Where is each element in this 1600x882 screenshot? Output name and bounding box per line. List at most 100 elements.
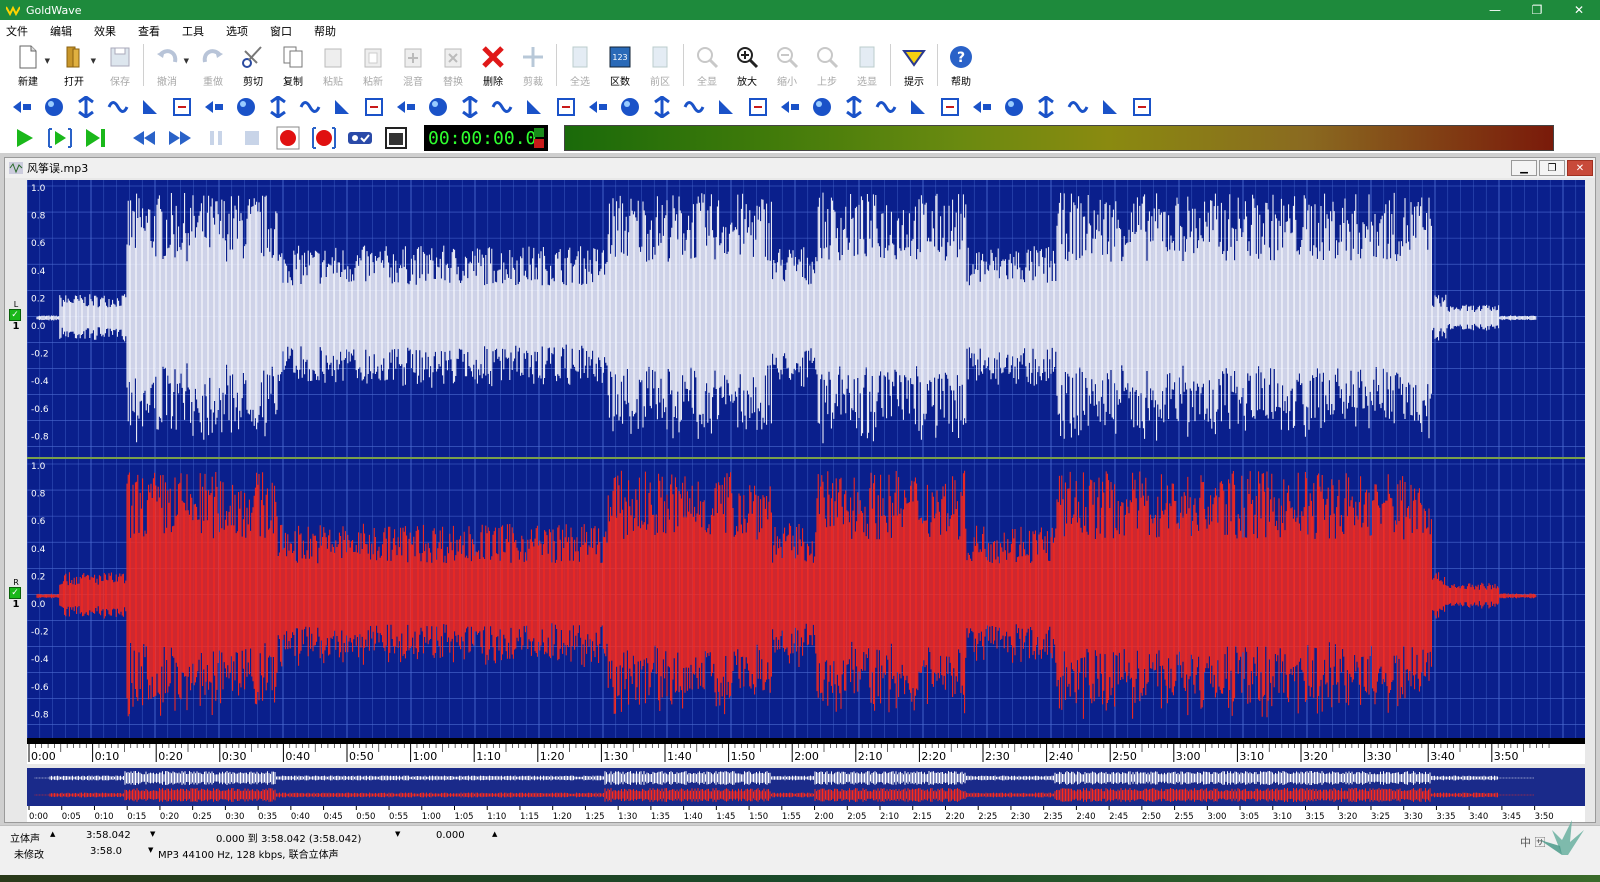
menu-edit[interactable]: 编辑 — [50, 23, 72, 39]
properties-button[interactable] — [382, 125, 410, 151]
noise-button[interactable] — [618, 95, 642, 119]
invert-button[interactable] — [42, 95, 66, 119]
record-button[interactable] — [274, 125, 302, 151]
help-button[interactable]: ? 帮助 — [941, 41, 981, 89]
overview-waveform[interactable] — [27, 768, 1585, 806]
menu-window[interactable]: 窗口 — [270, 23, 292, 39]
record-new-button[interactable] — [310, 125, 338, 151]
stop-button[interactable] — [238, 125, 266, 151]
pitch-button[interactable] — [586, 95, 610, 119]
cut-button[interactable]: 剪切 — [233, 41, 273, 89]
save-button[interactable]: 保存 — [100, 41, 140, 89]
spectrum-bar-button[interactable] — [650, 95, 674, 119]
doc-minimize-button[interactable]: ▁ — [1511, 160, 1537, 176]
left-arrow-button[interactable] — [394, 95, 418, 119]
pause-button[interactable] — [202, 125, 230, 151]
crossfade-button[interactable] — [138, 95, 162, 119]
channel-left-checkbox[interactable]: ✓ — [9, 309, 21, 321]
fast-forward-button[interactable] — [166, 125, 194, 151]
volume-shape-button[interactable] — [746, 95, 770, 119]
compressor-button[interactable] — [522, 95, 546, 119]
volume-up-button[interactable] — [874, 95, 898, 119]
rewind-button[interactable] — [130, 125, 158, 151]
spectrum-button[interactable] — [554, 95, 578, 119]
select-all-button[interactable]: 全选 — [560, 41, 600, 89]
open-dropdown-icon[interactable]: ▼ — [91, 57, 96, 65]
open-button[interactable]: 打开 ▼ — [54, 41, 96, 89]
paste-button[interactable]: 粘贴 — [313, 41, 353, 89]
paste-new-button[interactable]: 粘新 — [353, 41, 393, 89]
offset-button[interactable] — [714, 95, 738, 119]
maximize-button[interactable]: ❐ — [1516, 0, 1558, 20]
swap-button[interactable] — [362, 95, 386, 119]
play-button[interactable] — [10, 125, 38, 151]
menu-file[interactable]: 文件 — [6, 23, 28, 39]
flip-button[interactable] — [74, 95, 98, 119]
control-button[interactable] — [346, 125, 374, 151]
selection-dropdown-icon[interactable]: ▼ — [395, 830, 400, 838]
copy-button[interactable]: 复制 — [273, 41, 313, 89]
close-button[interactable]: ✕ — [1558, 0, 1600, 20]
wave-button[interactable] — [202, 95, 226, 119]
menu-options[interactable]: 选项 — [226, 23, 248, 39]
undo-button[interactable]: 撤消 ▼ — [147, 41, 189, 89]
play-to-end-button[interactable] — [82, 125, 110, 151]
minimize-button[interactable]: — — [1474, 0, 1516, 20]
channel-right-checkbox[interactable]: ✓ — [9, 587, 21, 599]
clock-button[interactable] — [1098, 95, 1122, 119]
position-up-icon[interactable]: ▲ — [492, 830, 497, 838]
volume-down-button[interactable] — [906, 95, 930, 119]
balance-button[interactable] — [426, 95, 450, 119]
no-button[interactable] — [970, 95, 994, 119]
new-button[interactable]: 新建 ▼ — [8, 41, 50, 89]
status-channel-mode[interactable]: 立体声 — [10, 830, 40, 845]
equalizer-button[interactable] — [330, 95, 354, 119]
region-count-button[interactable]: 123 区数 — [600, 41, 640, 89]
format-dropdown-icon[interactable]: ▼ — [148, 846, 153, 854]
volume-button[interactable] — [10, 95, 34, 119]
new-dropdown-icon[interactable]: ▼ — [45, 57, 50, 65]
channel-right-marker[interactable]: R ✓ 1 — [9, 578, 23, 610]
shape-a-button[interactable] — [1002, 95, 1026, 119]
loop-button[interactable] — [234, 95, 258, 119]
redo-button[interactable]: 重做 — [193, 41, 233, 89]
play-selection-button[interactable] — [46, 125, 74, 151]
menu-tools[interactable]: 工具 — [182, 23, 204, 39]
fade-out-button[interactable] — [778, 95, 802, 119]
waveform-display[interactable]: 1.0 1.0 0.8 0.8 0.6 0.6 0.4 0.4 0.2 0.2 0.0 0.0 -0.2… — [27, 180, 1585, 738]
doc-maximize-button[interactable]: ❐ — [1539, 160, 1565, 176]
tag-button[interactable] — [938, 95, 962, 119]
show-selection-button[interactable]: 选显 — [847, 41, 887, 89]
chat-button[interactable] — [1130, 95, 1154, 119]
shape-b-button[interactable] — [1034, 95, 1058, 119]
channel-left-marker[interactable]: L ✓ 1 — [9, 300, 23, 332]
fade-in-shape-button[interactable] — [810, 95, 834, 119]
channel-mode-up-icon[interactable]: ▲ — [50, 830, 55, 838]
undo-dropdown-icon[interactable]: ▼ — [184, 57, 189, 65]
previous-step-button[interactable]: 上步 — [807, 41, 847, 89]
fade-in-button[interactable] — [682, 95, 706, 119]
level-button[interactable] — [490, 95, 514, 119]
delete-button[interactable]: 删除 — [473, 41, 513, 89]
globe-button[interactable] — [106, 95, 130, 119]
replace-button[interactable]: 替换 — [433, 41, 473, 89]
shape-c-button[interactable] — [1066, 95, 1090, 119]
timeline-ruler[interactable]: 0:00 0:10 0:20 0:30 0:40 0:50 1:00 1:10 1:20 1:30… — [27, 738, 1585, 764]
zoom-out-button[interactable]: 缩小 — [767, 41, 807, 89]
palette-button[interactable] — [298, 95, 322, 119]
show-all-button[interactable]: 全显 — [687, 41, 727, 89]
doc-close-button[interactable]: ✕ — [1567, 160, 1593, 176]
previous-region-button[interactable]: 前区 — [640, 41, 680, 89]
menu-view[interactable]: 查看 — [138, 23, 160, 39]
mixer-button[interactable] — [458, 95, 482, 119]
zoom-in-button[interactable]: 放大 — [727, 41, 767, 89]
length-dropdown-icon[interactable]: ▼ — [150, 830, 155, 838]
filter-button[interactable] — [266, 95, 290, 119]
menu-help[interactable]: 帮助 — [314, 23, 336, 39]
merge-button[interactable] — [170, 95, 194, 119]
menu-effects[interactable]: 效果 — [94, 23, 116, 39]
cue-button[interactable]: 提示 — [894, 41, 934, 89]
fade-out-shape-button[interactable] — [842, 95, 866, 119]
mix-button[interactable]: 混音 — [393, 41, 433, 89]
trim-button[interactable]: 剪裁 — [513, 41, 553, 89]
